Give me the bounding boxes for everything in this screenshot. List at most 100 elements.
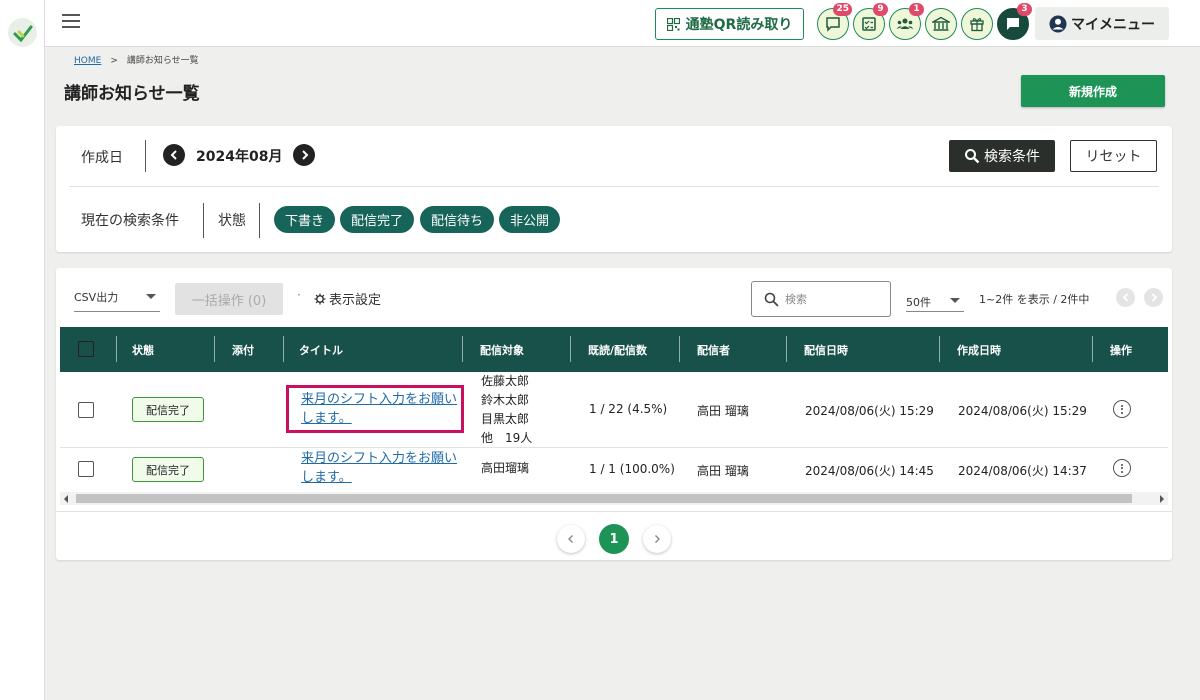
filter-chip-draft[interactable]: 下書き — [274, 206, 336, 233]
per-page-select[interactable]: 50件 — [906, 290, 964, 312]
filter-chip-delivered[interactable]: 配信完了 — [340, 206, 415, 233]
chevron-left-icon — [568, 535, 573, 543]
sender: 高田 瑠璃 — [697, 404, 749, 418]
column-divider — [1092, 336, 1093, 362]
row-checkbox[interactable] — [78, 461, 94, 477]
breadcrumb-separator: > — [110, 56, 118, 66]
users-icon — [896, 18, 914, 29]
target-name: 鈴木太郎 — [481, 393, 530, 407]
scroll-right-icon[interactable] — [1160, 495, 1164, 503]
filter-chip-pending[interactable]: 配信待ち — [420, 206, 495, 233]
message-button[interactable]: 3 — [997, 3, 1032, 40]
next-page-arrow[interactable] — [1144, 288, 1163, 307]
checklist-badge: 9 — [873, 3, 888, 16]
notice-list-panel: CSV出力 一括操作 (0) · 表示設定 50件 1~2件 を表示 / 2件中… — [56, 268, 1172, 560]
school-button[interactable] — [925, 8, 957, 40]
target-list: 佐藤太郎 鈴木太郎 目黒太郎 他 19人 — [481, 372, 532, 448]
display-settings-label: 表示設定 — [329, 293, 382, 308]
pagination-prev-button[interactable] — [557, 525, 585, 553]
breadcrumb-home-link[interactable]: HOME — [74, 56, 101, 66]
toolbar-dot: · — [297, 288, 301, 302]
checklist-button[interactable]: 9 — [853, 3, 888, 40]
created-at: 2024/08/06(火) 15:29 — [958, 404, 1087, 418]
target-name: 高田瑠璃 — [481, 461, 530, 475]
divider — [69, 186, 1159, 187]
message-icon — [1007, 18, 1019, 30]
column-header-read-count[interactable]: 既読/配信数 — [588, 342, 647, 358]
display-settings-button[interactable]: 表示設定 — [314, 289, 381, 308]
breadcrumb-current: 講師お知らせ一覧 — [126, 56, 199, 66]
new-create-button[interactable]: 新規作成 — [1021, 75, 1165, 107]
row-checkbox[interactable] — [78, 402, 94, 418]
qr-scan-label: 通塾QR読み取り — [685, 17, 793, 33]
qr-scan-button[interactable]: 通塾QR読み取り — [655, 8, 804, 40]
select-all-checkbox[interactable] — [78, 341, 94, 357]
csv-export-select[interactable]: CSV出力 — [74, 286, 160, 312]
chevron-left-icon — [170, 150, 177, 160]
column-header-sent-at[interactable]: 配信日時 — [804, 342, 848, 358]
title-line: 来月のシフト入力をお願い — [301, 451, 458, 466]
prev-page-arrow[interactable] — [1116, 288, 1135, 307]
message-badge: 3 — [1017, 3, 1032, 16]
chat-button[interactable]: 25 — [817, 3, 852, 40]
table-header: 状態 添付 タイトル 配信対象 既読/配信数 配信者 配信日時 作成日時 操作 — [60, 327, 1168, 372]
read-count: 1 / 22 (4.5%) — [589, 402, 668, 416]
per-page-label: 50件 — [906, 296, 931, 309]
reset-button[interactable]: リセット — [1070, 140, 1157, 172]
users-button[interactable]: 1 — [889, 3, 924, 40]
column-divider — [283, 336, 284, 362]
column-header-sender[interactable]: 配信者 — [697, 342, 730, 358]
column-header-target[interactable]: 配信対象 — [480, 342, 524, 358]
current-conditions-label: 現在の検索条件 — [81, 213, 179, 229]
side-rail — [0, 0, 45, 700]
pagination-next-button[interactable] — [643, 525, 671, 553]
chevron-right-icon — [301, 150, 308, 160]
prev-month-button[interactable] — [163, 144, 185, 166]
column-header-attachment[interactable]: 添付 — [232, 342, 254, 358]
row-actions-icon[interactable] — [1113, 400, 1131, 418]
gift-icon — [970, 18, 984, 32]
divider — [203, 203, 204, 238]
target-list: 高田瑠璃 — [481, 459, 529, 478]
app-logo-icon[interactable] — [8, 18, 37, 47]
search-icon — [764, 292, 779, 307]
csv-export-label: CSV出力 — [74, 291, 119, 304]
gear-icon — [314, 293, 326, 304]
qr-code-icon — [666, 17, 680, 31]
column-divider — [679, 336, 680, 362]
result-count: 1~2件 を表示 / 2件中 — [979, 293, 1090, 306]
search-conditions-label: 検索条件 — [984, 149, 1040, 165]
next-month-button[interactable] — [293, 144, 315, 166]
search-input[interactable] — [785, 292, 875, 306]
column-header-created-at[interactable]: 作成日時 — [957, 342, 1001, 358]
column-header-title[interactable]: タイトル — [299, 342, 343, 358]
created-at: 2024/08/06(火) 14:37 — [958, 464, 1087, 478]
divider — [56, 511, 1172, 512]
hamburger-menu-icon[interactable] — [62, 14, 80, 30]
current-month: 2024年08月 — [196, 149, 283, 165]
pagination-current-page[interactable]: 1 — [599, 524, 629, 554]
divider — [145, 140, 146, 172]
column-divider — [939, 336, 940, 362]
chevron-right-icon — [1151, 293, 1157, 302]
scroll-left-icon[interactable] — [64, 495, 68, 503]
gift-button[interactable] — [961, 8, 993, 40]
read-count: 1 / 1 (100.0%) — [589, 462, 675, 476]
bulk-action-button[interactable]: 一括操作 (0) — [175, 283, 283, 315]
column-header-status[interactable]: 状態 — [132, 342, 154, 358]
horizontal-scrollbar[interactable] — [60, 492, 1168, 505]
chat-badge: 25 — [833, 3, 852, 16]
search-field[interactable] — [751, 281, 891, 317]
filter-chip-private[interactable]: 非公開 — [499, 206, 561, 233]
search-conditions-button[interactable]: 検索条件 — [949, 140, 1055, 172]
scrollbar-thumb[interactable] — [76, 494, 1132, 503]
chevron-right-icon — [655, 535, 660, 543]
breadcrumb: HOME > 講師お知らせ一覧 — [74, 53, 199, 66]
table-row: 配信完了 来月のシフト入力をお願い します。 高田瑠璃 1 / 1 (100.0… — [60, 448, 1168, 492]
title-line: します。 — [301, 470, 352, 485]
notice-title-link[interactable]: 来月のシフト入力をお願い します。 — [301, 449, 457, 487]
sender: 高田 瑠璃 — [697, 464, 749, 478]
sent-at: 2024/08/06(火) 15:29 — [805, 404, 934, 418]
my-menu-button[interactable]: マイメニュー — [1035, 7, 1169, 40]
row-actions-icon[interactable] — [1113, 459, 1131, 477]
